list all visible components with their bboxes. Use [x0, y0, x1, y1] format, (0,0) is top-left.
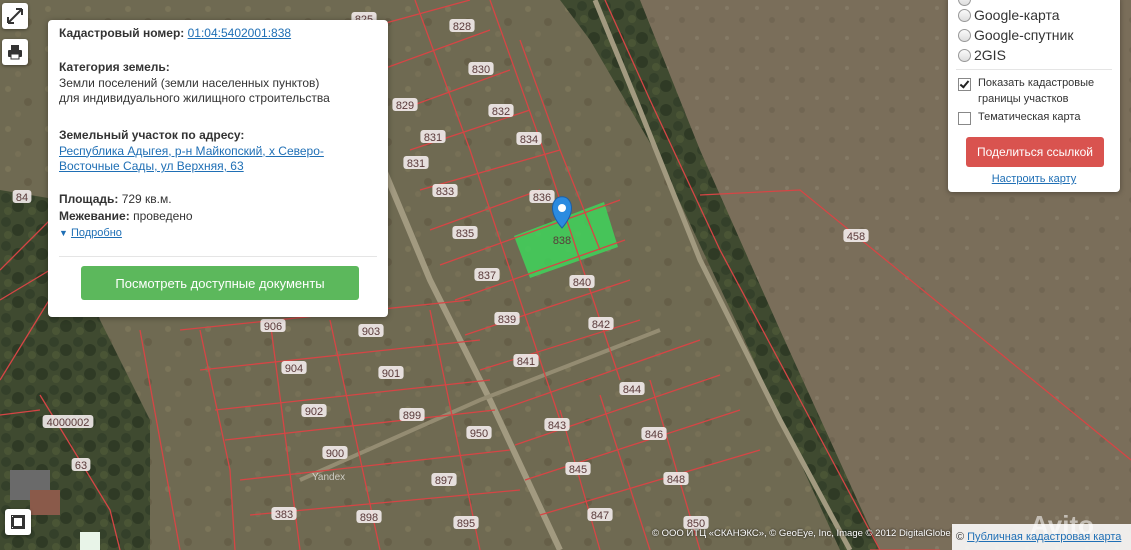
- layer-option-label: 2GIS: [974, 47, 1006, 63]
- plot-number-label[interactable]: 63: [75, 460, 87, 472]
- fullscreen-button[interactable]: [2, 3, 28, 29]
- plot-number-label[interactable]: 897: [435, 475, 453, 487]
- plot-number-label[interactable]: 844: [623, 384, 641, 396]
- plot-number-label[interactable]: 845: [569, 464, 587, 476]
- legend-button[interactable]: [5, 509, 31, 535]
- printer-icon: [8, 45, 22, 60]
- plot-info-popup: Кадастровый номер: 01:04:5402001:838 Кат…: [48, 20, 388, 317]
- layer-option-2gis[interactable]: 2GIS: [958, 47, 1006, 63]
- plot-number-label[interactable]: 831: [407, 158, 425, 170]
- plot-number-label[interactable]: 900: [326, 448, 344, 460]
- plot-number-label[interactable]: 829: [396, 100, 414, 112]
- checkbox-label: Показать кадастровые границы участков: [978, 76, 1094, 107]
- plot-number-label[interactable]: 848: [667, 474, 685, 486]
- radio-icon: [958, 0, 971, 6]
- plot-number-label[interactable]: 847: [591, 510, 609, 522]
- details-row[interactable]: ▼ Подробно: [59, 226, 377, 242]
- share-link-button[interactable]: Поделиться ссылкой: [966, 137, 1104, 167]
- address-link-line2[interactable]: Восточные Сады, ул Верхняя, 63: [59, 159, 244, 173]
- survey-value: проведено: [133, 209, 193, 223]
- cadastral-number-row: Кадастровый номер: 01:04:5402001:838: [59, 26, 377, 42]
- map-layers-panel: Google-карта Google-спутник 2GIS Показат…: [948, 0, 1120, 192]
- cadastral-label: Кадастровый номер:: [59, 26, 185, 40]
- plot-number-label[interactable]: 839: [498, 314, 516, 326]
- checkbox-checked-icon: [958, 78, 971, 91]
- checkbox-unchecked-icon: [958, 112, 971, 125]
- cadastral-number-link[interactable]: 01:04:5402001:838: [188, 26, 291, 40]
- view-documents-button[interactable]: Посмотреть доступные документы: [81, 266, 359, 300]
- radio-icon: [958, 28, 971, 42]
- survey-label: Межевание:: [59, 209, 130, 223]
- copyright-icon: ©: [956, 531, 965, 543]
- plot-number-label[interactable]: 841: [517, 356, 535, 368]
- film-legend-icon: [11, 515, 25, 529]
- plot-number-label[interactable]: 4000002: [47, 417, 90, 429]
- plot-number-label[interactable]: 837: [478, 270, 496, 282]
- address-link-line1[interactable]: Республика Адыгея, р-н Майкопский, х Сев…: [59, 144, 324, 158]
- selected-plot-label: 838: [553, 235, 571, 247]
- plot-number-label[interactable]: 846: [645, 429, 663, 441]
- layer-option-label: Google-карта: [974, 7, 1060, 23]
- expand-arrows-icon: [7, 8, 23, 24]
- plot-number-label[interactable]: 901: [382, 368, 400, 380]
- plot-number-label[interactable]: 383: [275, 509, 293, 521]
- plot-number-label[interactable]: 898: [360, 512, 378, 524]
- plot-number-label[interactable]: 843: [548, 420, 566, 432]
- layer-option-hidden[interactable]: [958, 0, 971, 6]
- plot-number-label[interactable]: 833: [436, 186, 454, 198]
- area-row: Площадь: 729 кв.м.: [59, 192, 377, 208]
- plot-number-label[interactable]: 895: [457, 518, 475, 530]
- plot-number-label[interactable]: 950: [470, 428, 488, 440]
- plot-number-label[interactable]: 836: [533, 192, 551, 204]
- area-value: 729 кв.м.: [121, 192, 172, 206]
- building-roof: [30, 490, 60, 515]
- yandex-watermark: Yandex: [312, 472, 346, 483]
- plot-number-label[interactable]: 842: [592, 319, 610, 331]
- popup-divider: [59, 256, 377, 257]
- avito-watermark: Avito: [1030, 510, 1095, 540]
- category-block: Категория земель: Земли поселений (земли…: [59, 60, 377, 107]
- plot-number-label[interactable]: 902: [305, 406, 323, 418]
- plot-number-label[interactable]: 828: [453, 21, 471, 33]
- plot-number-label[interactable]: 832: [492, 106, 510, 118]
- checkbox-thematic-map[interactable]: Тематическая карта: [958, 110, 1080, 126]
- configure-map-link[interactable]: Настроить карту: [948, 173, 1120, 185]
- checkbox-label-line2: границы участков: [978, 92, 1069, 105]
- plot-number-label[interactable]: 458: [847, 231, 865, 243]
- plot-number-label[interactable]: 899: [403, 410, 421, 422]
- checkbox-label: Тематическая карта: [978, 111, 1081, 123]
- survey-row: Межевание: проведено: [59, 209, 377, 225]
- category-value-line2: для индивидуального жилищного строительс…: [59, 91, 330, 105]
- checkbox-cadastral-boundaries[interactable]: Показать кадастровые границы участков: [958, 76, 1094, 107]
- plot-number-label[interactable]: 831: [424, 132, 442, 144]
- radio-icon: [958, 8, 971, 22]
- layer-option-google-satellite[interactable]: Google-спутник: [958, 27, 1073, 43]
- map-attribution: © ООО ИТЦ «СКАНЭКС», © GeoEye, Inc, Imag…: [652, 528, 951, 539]
- category-label: Категория земель:: [59, 60, 170, 74]
- plot-number-label[interactable]: 835: [456, 228, 474, 240]
- area-label: Площадь:: [59, 192, 119, 206]
- plot-number-label[interactable]: 903: [362, 326, 380, 338]
- plot-number-label[interactable]: 830: [472, 64, 490, 76]
- plot-number-label[interactable]: 906: [264, 321, 282, 333]
- details-link[interactable]: Подробно: [71, 227, 122, 239]
- print-button[interactable]: [2, 39, 28, 65]
- category-value-line1: Земли поселений (земли населенных пункто…: [59, 75, 320, 90]
- checkbox-label-line1: Показать кадастровые: [978, 77, 1095, 89]
- address-label: Земельный участок по адресу:: [59, 128, 245, 142]
- address-block: Земельный участок по адресу: Республика …: [59, 128, 377, 175]
- panel-divider: [956, 69, 1112, 70]
- layer-option-label: Google-спутник: [974, 27, 1074, 43]
- plot-number-label[interactable]: 904: [285, 363, 303, 375]
- greenhouse-roof: [80, 532, 100, 550]
- layer-option-google-map[interactable]: Google-карта: [958, 7, 1060, 23]
- triangle-down-icon: ▼: [59, 228, 68, 238]
- plot-number-label[interactable]: 84: [16, 192, 28, 204]
- plot-number-label[interactable]: 840: [573, 277, 591, 289]
- plot-number-label[interactable]: 834: [520, 134, 538, 146]
- radio-icon: [958, 48, 971, 62]
